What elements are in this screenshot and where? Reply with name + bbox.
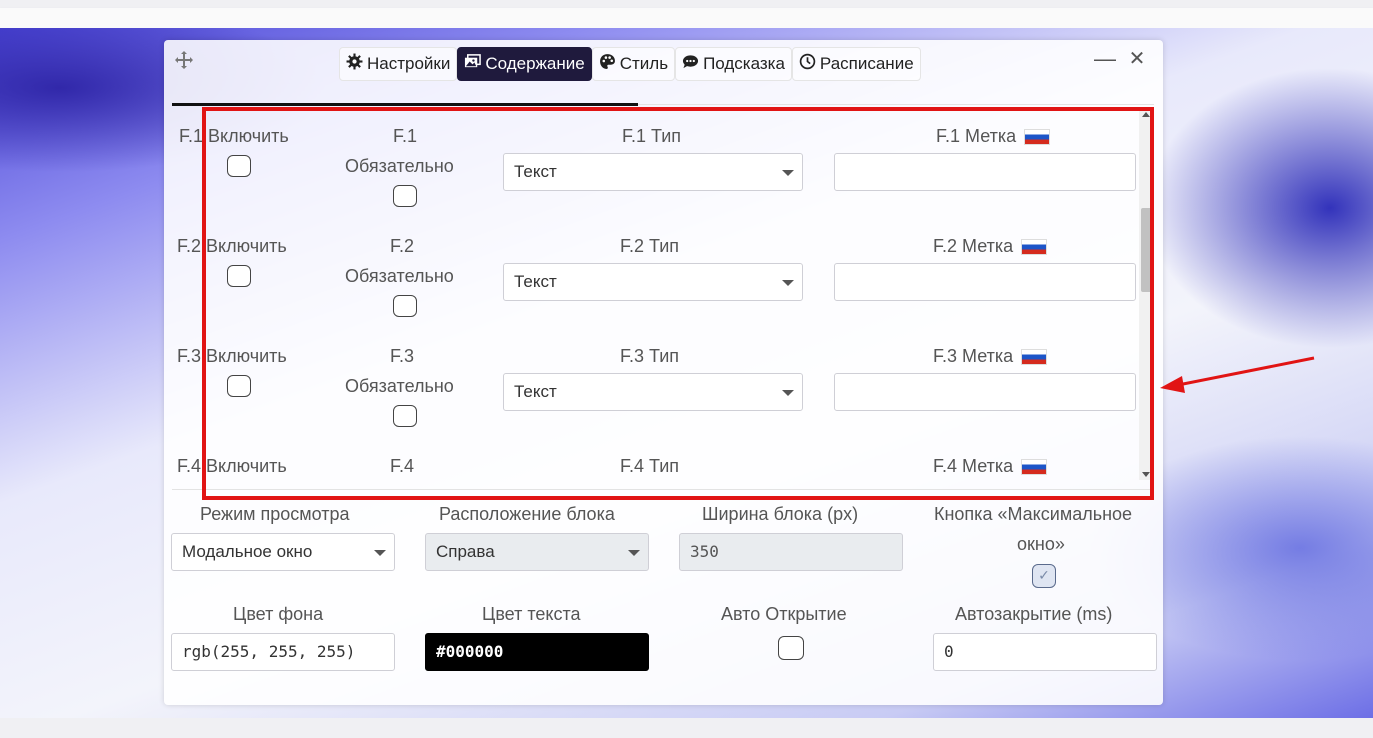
- tab-label: Настройки: [367, 54, 451, 73]
- close-button[interactable]: ✕: [1126, 48, 1148, 70]
- page-bottom-strip: [0, 718, 1373, 738]
- gear-icon: [346, 53, 363, 75]
- minimize-button[interactable]: —: [1094, 48, 1116, 70]
- tab-tooltip[interactable]: Подсказка: [675, 47, 792, 81]
- view-mode-label: Режим просмотра: [200, 504, 350, 524]
- bg-color-input[interactable]: rgb(255, 255, 255): [171, 633, 395, 671]
- comment-dots-icon: [682, 53, 699, 75]
- bg-color-label: Цвет фона: [233, 604, 324, 624]
- active-tab-indicator: [172, 103, 638, 106]
- block-position-label: Расположение блока: [439, 504, 615, 524]
- tab-label: Расписание: [819, 54, 914, 73]
- tab-label: Подсказка: [703, 54, 785, 73]
- tab-label: Содержание: [485, 54, 585, 73]
- tab-label: Стиль: [619, 54, 669, 73]
- clock-icon: [799, 53, 816, 75]
- auto-close-label: Автозакрытие (ms): [955, 604, 1113, 624]
- max-window-label: Кнопка «Максимальное: [934, 504, 1133, 524]
- view-mode-select[interactable]: Модальное окно: [171, 533, 395, 571]
- view-mode-value: Модальное окно: [182, 542, 313, 561]
- tab-style[interactable]: Стиль: [591, 47, 676, 81]
- images-icon: [464, 53, 482, 75]
- annotation-highlight-box: [202, 107, 1154, 500]
- text-color-input[interactable]: #000000: [425, 633, 649, 671]
- tab-settings[interactable]: Настройки: [339, 47, 458, 81]
- max-window-checkbox[interactable]: ✓: [1032, 564, 1056, 588]
- tab-bar: Настройки Содержание Стиль Подсказка Рас…: [339, 47, 921, 81]
- tab-schedule[interactable]: Расписание: [791, 47, 921, 81]
- block-position-value: Справа: [436, 542, 495, 561]
- auto-close-input[interactable]: 0: [933, 633, 1157, 671]
- tab-content[interactable]: Содержание: [457, 47, 592, 81]
- block-width-label: Ширина блока (px): [702, 504, 859, 524]
- palette-icon: [599, 53, 616, 75]
- block-width-input[interactable]: 350: [679, 533, 903, 571]
- max-window-label-2: окно»: [1017, 534, 1065, 554]
- browser-top-strip: [0, 8, 1373, 28]
- chevron-down-icon: [628, 550, 640, 556]
- text-color-label: Цвет текста: [482, 604, 581, 624]
- block-position-select[interactable]: Справа: [425, 533, 649, 571]
- auto-open-label: Авто Открытие: [721, 604, 847, 624]
- move-icon[interactable]: [174, 50, 194, 70]
- auto-open-checkbox[interactable]: [778, 636, 804, 660]
- tab-divider: [638, 104, 1154, 105]
- chevron-down-icon: [374, 550, 386, 556]
